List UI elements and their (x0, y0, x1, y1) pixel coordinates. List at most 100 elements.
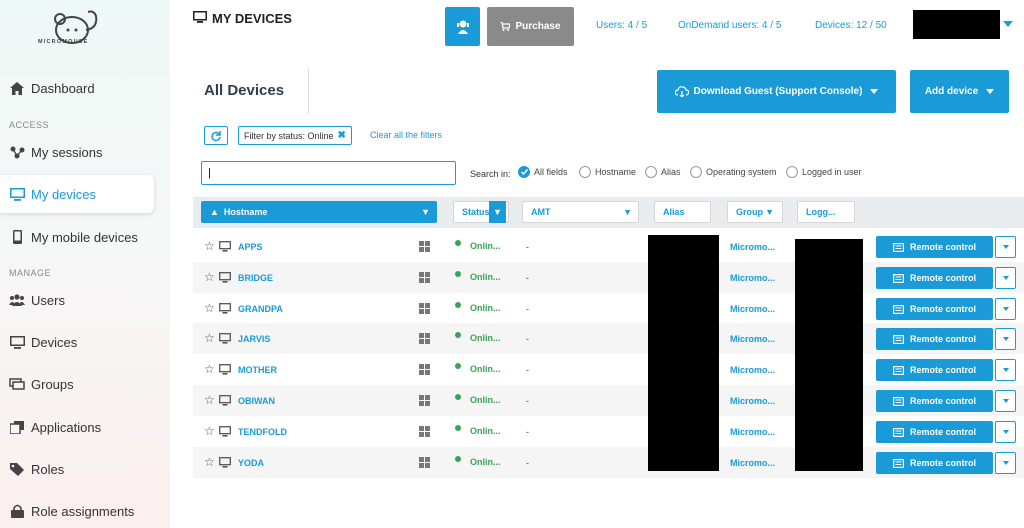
star-icon[interactable]: ☆ (204, 301, 215, 315)
windows-icon (419, 457, 430, 470)
sidebar-item-label: Groups (31, 376, 74, 392)
star-icon[interactable]: ☆ (204, 331, 215, 345)
filter-icon[interactable]: ▼ (765, 207, 774, 217)
group-link[interactable]: Micromo... (730, 334, 775, 344)
sidebar-item-applications[interactable]: Applications (0, 408, 154, 446)
filter-icon[interactable]: ▼ (421, 207, 430, 217)
sidebar-item-dashboard[interactable]: Dashboard (0, 69, 154, 107)
user-menu-redacted[interactable] (913, 10, 1000, 39)
search-option-alias[interactable]: Alias (645, 166, 681, 178)
sidebar-item-roles[interactable]: Roles (0, 450, 154, 488)
remote-control-button[interactable]: Remote control (876, 452, 993, 474)
refresh-button[interactable] (204, 126, 228, 145)
amt-value: - (526, 365, 529, 375)
column-header-hostname[interactable]: ▲ Hostname ▼ (201, 201, 437, 223)
remote-control-button[interactable]: Remote control (876, 359, 993, 381)
filter-icon[interactable]: ▼ (623, 207, 632, 217)
status-dot (455, 425, 461, 431)
remote-control-button[interactable]: Remote control (876, 328, 993, 350)
column-header-amt[interactable]: AMT ▼ (522, 201, 639, 223)
star-icon[interactable]: ☆ (204, 393, 215, 407)
remote-control-button[interactable]: Remote control (876, 236, 993, 258)
devices-stat[interactable]: Devices: 12 / 50 (815, 20, 887, 31)
monitor-icon (219, 272, 231, 285)
table-row[interactable]: ☆ GRANDPA Onlin... - Micromo... Remote c… (193, 293, 1024, 324)
star-icon[interactable]: ☆ (204, 424, 215, 438)
hostname-link[interactable]: BRIDGE (238, 273, 273, 283)
section-title: All Devices (204, 82, 285, 99)
remote-control-button[interactable]: Remote control (876, 390, 993, 412)
table-row[interactable]: ☆ JARVIS Onlin... - Micromo... Remote co… (193, 323, 1024, 354)
star-icon[interactable]: ☆ (204, 239, 215, 253)
remote-control-icon (892, 365, 904, 375)
column-header-group[interactable]: Group ▼ (727, 201, 783, 223)
group-link[interactable]: Micromo... (730, 304, 775, 314)
table-row[interactable]: ☆ APPS Onlin... - Micromo... Remote cont… (193, 231, 1024, 262)
purchase-button[interactable]: Purchase (487, 7, 574, 46)
sidebar-item-my-mobile-devices[interactable]: My mobile devices (0, 218, 154, 256)
column-header-logged-in-user[interactable]: Logg... (797, 201, 855, 223)
sidebar-item-my-devices[interactable]: My devices (0, 175, 154, 213)
group-link[interactable]: Micromo... (730, 427, 775, 437)
search-option-logged-in-user[interactable]: Logged in user (786, 166, 862, 178)
remote-control-button[interactable]: Remote control (876, 421, 993, 443)
hostname-link[interactable]: OBIWAN (238, 396, 275, 406)
search-option-operating-system[interactable]: Operating system (690, 166, 777, 178)
search-option-hostname[interactable]: Hostname (579, 166, 636, 178)
hostname-link[interactable]: YODA (238, 458, 264, 468)
remote-control-options-button[interactable] (995, 298, 1016, 320)
add-device-button[interactable]: Add device (910, 70, 1009, 113)
users-stat[interactable]: Users: 4 / 5 (596, 20, 647, 31)
group-link[interactable]: Micromo... (730, 365, 775, 375)
remote-control-options-button[interactable] (995, 236, 1016, 258)
search-option-all-fields[interactable]: All fields (518, 166, 568, 178)
hostname-link[interactable]: GRANDPA (238, 304, 283, 314)
remote-control-options-button[interactable] (995, 421, 1016, 443)
star-icon[interactable]: ☆ (204, 270, 215, 284)
support-button[interactable] (445, 7, 480, 46)
group-link[interactable]: Micromo... (730, 273, 775, 283)
remote-control-options-button[interactable] (995, 359, 1016, 381)
remote-control-button[interactable]: Remote control (876, 267, 993, 289)
remote-control-options-button[interactable] (995, 452, 1016, 474)
column-header-alias[interactable]: Alias (654, 201, 711, 223)
hostname-link[interactable]: TENDFOLD (238, 427, 287, 437)
windows-icon (419, 272, 430, 285)
remote-control-options-button[interactable] (995, 267, 1016, 289)
monitor-icon (219, 395, 231, 408)
chevron-down-icon[interactable] (1003, 21, 1013, 27)
star-icon[interactable]: ☆ (204, 362, 215, 376)
clear-filters-link[interactable]: Clear all the filters (370, 130, 442, 140)
search-input[interactable] (201, 161, 456, 185)
hostname-link[interactable]: APPS (238, 242, 263, 252)
table-row[interactable]: ☆ MOTHER Onlin... - Micromo... Remote co… (193, 354, 1024, 385)
remote-control-options-button[interactable] (995, 328, 1016, 350)
sidebar-item-role-assignments[interactable]: Role assignments (0, 492, 154, 528)
table-row[interactable]: ☆ OBIWAN Onlin... - Micromo... Remote co… (193, 385, 1024, 416)
download-guest-button[interactable]: Download Guest (Support Console) (657, 70, 896, 113)
status-filter-chip[interactable]: Filter by status: Online ✖ (238, 126, 352, 145)
group-link[interactable]: Micromo... (730, 242, 775, 252)
table-row[interactable]: ☆ BRIDGE Onlin... - Micromo... Remote co… (193, 262, 1024, 293)
hostname-link[interactable]: JARVIS (238, 334, 270, 344)
sidebar-item-devices[interactable]: Devices (0, 323, 154, 361)
windows-icon (419, 303, 430, 316)
table-row[interactable]: ☆ TENDFOLD Onlin... - Micromo... Remote … (193, 416, 1024, 447)
hostname-link[interactable]: MOTHER (238, 365, 277, 375)
sort-up-icon: ▲ (210, 207, 219, 217)
filter-icon[interactable]: ▼ (489, 201, 506, 223)
close-icon[interactable]: ✖ (338, 130, 346, 141)
sidebar-item-groups[interactable]: Groups (0, 365, 154, 403)
sidebar-item-my-sessions[interactable]: My sessions (0, 133, 154, 171)
check-icon (518, 166, 530, 178)
remote-control-button[interactable]: Remote control (876, 298, 993, 320)
star-icon[interactable]: ☆ (204, 455, 215, 469)
remote-control-options-button[interactable] (995, 390, 1016, 412)
status-text: Onlin... (470, 364, 501, 374)
ondemand-users-stat[interactable]: OnDemand users: 4 / 5 (678, 20, 781, 31)
status-dot (455, 271, 461, 277)
group-link[interactable]: Micromo... (730, 458, 775, 468)
table-row[interactable]: ☆ YODA Onlin... - Micromo... Remote cont… (193, 447, 1024, 478)
group-link[interactable]: Micromo... (730, 396, 775, 406)
sidebar-item-users[interactable]: Users (0, 281, 154, 319)
